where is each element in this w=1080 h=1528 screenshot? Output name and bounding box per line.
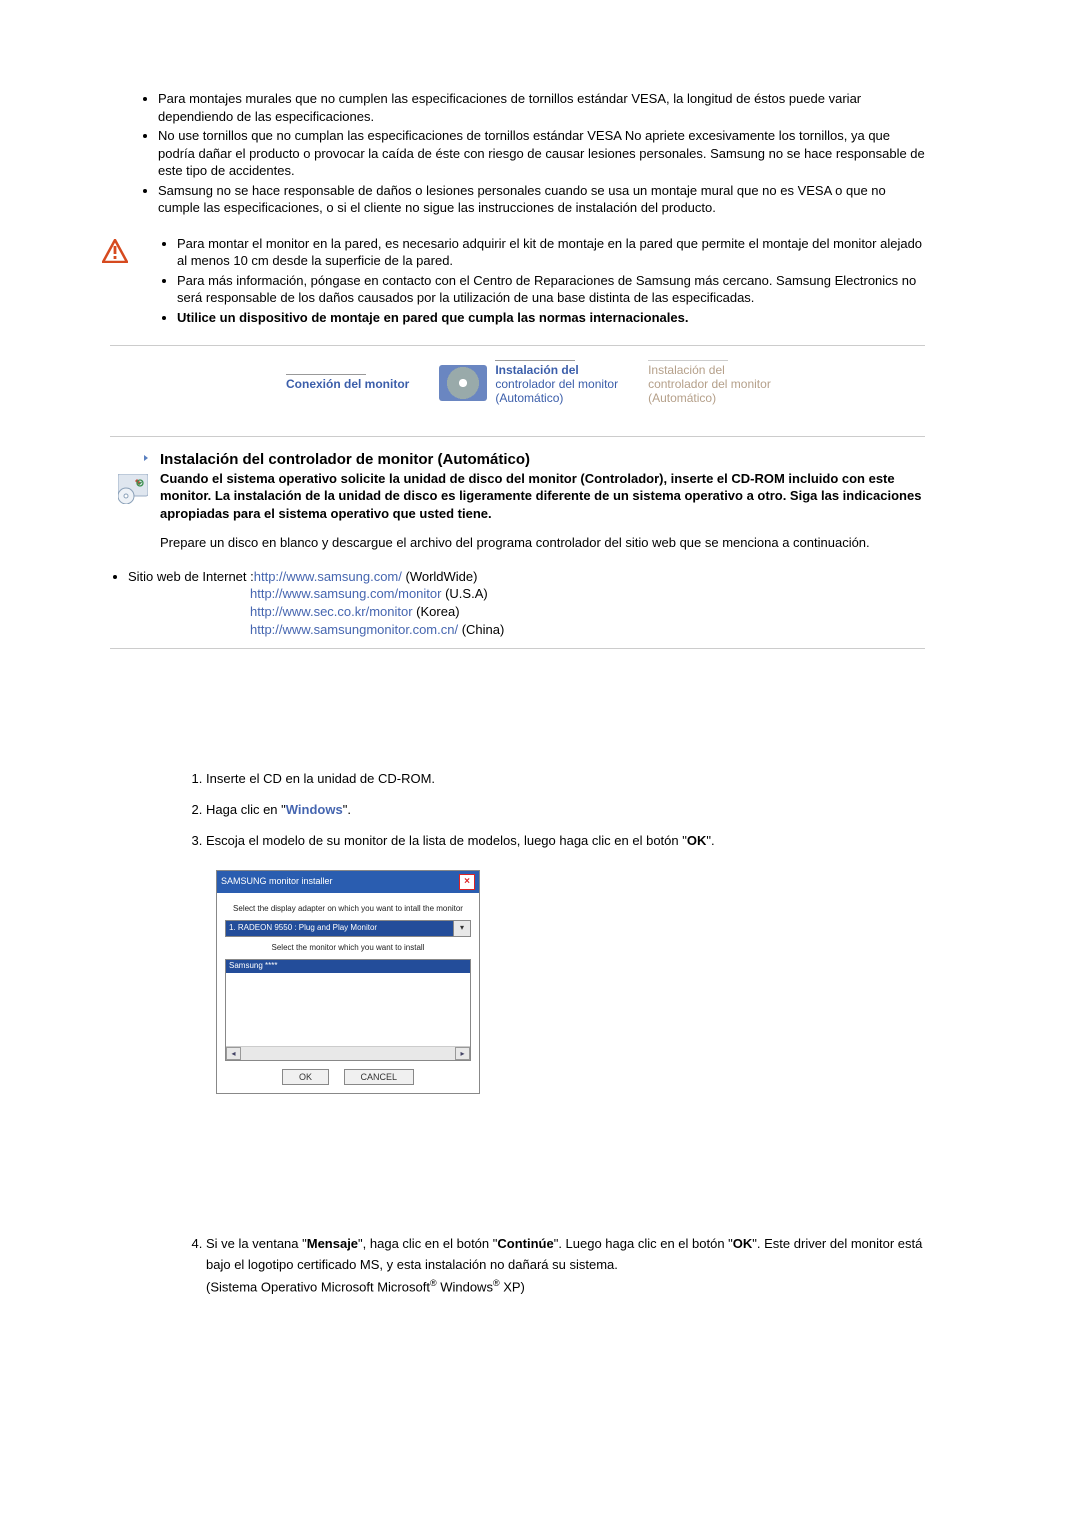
dialog-text: Select the monitor which you want to ins… (225, 943, 471, 953)
divider (110, 648, 925, 649)
step-2: Haga clic en "Windows". (206, 800, 925, 821)
prepare-text: Prepare un disco en blanco y descargue e… (160, 534, 925, 552)
list-item: Utilice un dispositivo de montaje en par… (177, 309, 925, 327)
url-link-china[interactable]: http://www.samsungmonitor.com.cn/ (250, 622, 458, 637)
tab-icon-blank (230, 365, 278, 401)
install-steps: Inserte el CD en la unidad de CD-ROM. Ha… (160, 769, 925, 1298)
tab-instalacion-auto-2[interactable]: Instalación del controlador del monitor … (648, 360, 771, 406)
url-link-worldwide[interactable]: http://www.samsung.com/ (254, 569, 402, 584)
warning-icon (102, 239, 132, 263)
windows-link[interactable]: Windows (286, 802, 343, 817)
cancel-button[interactable]: CANCEL (344, 1069, 415, 1085)
divider (110, 436, 925, 437)
horizontal-scrollbar[interactable]: ◂ ▸ (226, 1046, 470, 1060)
arrow-icon (130, 451, 148, 466)
url-link-korea[interactable]: http://www.sec.co.kr/monitor (250, 604, 413, 619)
section-lead: Cuando el sistema operativo solicite la … (160, 470, 925, 523)
list-item: Samsung no se hace responsable de daños … (158, 182, 925, 217)
tab-label: Instalación del controlador del monitor … (495, 363, 618, 406)
cd-icon (439, 365, 487, 401)
tab-row: Conexión del monitor Instalación del con… (230, 360, 925, 406)
divider (110, 345, 925, 346)
list-item: Para montajes murales que no cumplen las… (158, 90, 925, 125)
step-4: Si ve la ventana "Mensaje", haga clic en… (206, 1234, 925, 1298)
url-list-item: Sitio web de Internet :http://www.samsun… (128, 568, 925, 638)
url-suffix: (China) (458, 622, 504, 637)
dialog-text: Select the display adapter on which you … (225, 904, 471, 914)
tab-label: Instalación del controlador del monitor … (648, 363, 771, 406)
url-label: Sitio web de Internet : (128, 569, 254, 584)
url-suffix: (Korea) (413, 604, 460, 619)
dialog-title: SAMSUNG monitor installer (221, 876, 333, 888)
list-item-selected[interactable]: Samsung **** (226, 960, 470, 972)
list-item: No use tornillos que no cumplan las espe… (158, 127, 925, 180)
driver-cd-icon (118, 474, 148, 507)
tab-label: Conexión del monitor (286, 377, 409, 391)
step-3: Escoja el modelo de su monitor de la lis… (206, 831, 925, 1095)
monitor-listbox[interactable]: Samsung **** ◂ ▸ (225, 959, 471, 1061)
close-icon[interactable]: × (459, 874, 475, 890)
scroll-left-icon[interactable]: ◂ (226, 1047, 241, 1060)
url-suffix: (WorldWide) (402, 569, 478, 584)
list-item: Para montar el monitor en la pared, es n… (177, 235, 925, 270)
ok-button[interactable]: OK (282, 1069, 329, 1085)
tab-conexion[interactable]: Conexión del monitor (230, 365, 409, 401)
url-suffix: (U.S.A) (441, 586, 487, 601)
scroll-right-icon[interactable]: ▸ (455, 1047, 470, 1060)
adapter-combo[interactable]: 1. RADEON 9550 : Plug and Play Monitor ▾ (225, 920, 471, 937)
section-title: Instalación del controlador de monitor (… (160, 451, 925, 468)
dialog-titlebar: SAMSUNG monitor installer × (217, 871, 479, 893)
step-1: Inserte el CD en la unidad de CD-ROM. (206, 769, 925, 790)
url-link-usa[interactable]: http://www.samsung.com/monitor (250, 586, 441, 601)
tab-instalacion-auto[interactable]: Instalación del controlador del monitor … (439, 360, 618, 406)
list-item: Para más información, póngase en contact… (177, 272, 925, 307)
list-item-bold: Utilice un dispositivo de montaje en par… (177, 310, 688, 325)
wall-mount-notes-list: Para montar el monitor en la pared, es n… (145, 235, 925, 327)
vesa-notes-list: Para montajes murales que no cumplen las… (126, 90, 925, 217)
installer-dialog: SAMSUNG monitor installer × Select the d… (216, 870, 480, 1095)
chevron-down-icon[interactable]: ▾ (453, 921, 470, 936)
